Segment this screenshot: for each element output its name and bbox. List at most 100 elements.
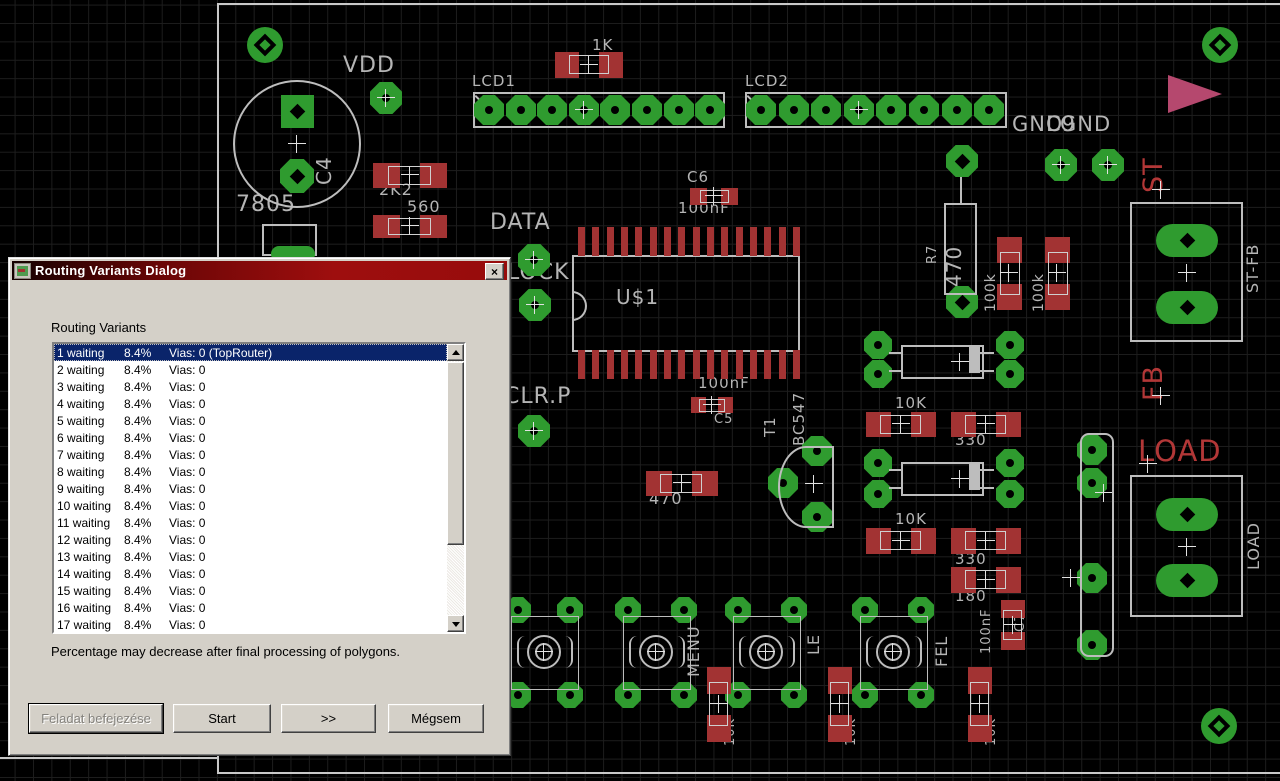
mounting-hole (247, 27, 283, 63)
through-hole-pad (811, 95, 841, 125)
list-item[interactable]: 3 waiting 8.4% Vias: 0 (54, 378, 447, 395)
list-item-c2: 8.4% (124, 566, 152, 581)
through-hole-pad (844, 95, 874, 125)
through-hole-pad (909, 95, 939, 125)
pad-hole (790, 606, 798, 614)
ic-pin (621, 227, 628, 256)
ic-pin (764, 227, 771, 256)
diode-lead (889, 370, 901, 372)
pcb-label: C5 (714, 412, 734, 427)
start-button[interactable]: Start (173, 704, 271, 733)
ic-pin (607, 227, 614, 256)
list-item[interactable]: 14 waiting 8.4% Vias: 0 (54, 565, 447, 582)
list-item-c2: 8.4% (124, 413, 152, 428)
cross-marker (1152, 181, 1170, 199)
list-item-c2: 8.4% (124, 583, 152, 598)
smd-component (707, 666, 731, 742)
list-item[interactable]: 7 waiting 8.4% Vias: 0 (54, 446, 447, 463)
list-item[interactable]: 9 waiting 8.4% Vias: 0 (54, 480, 447, 497)
ic-pin (678, 350, 685, 379)
cancel-button[interactable]: Mégsem (388, 704, 484, 733)
cross-marker (525, 422, 543, 440)
list-rows: 1 waiting 8.4% Vias: 0 (TopRouter) 2 waitin… (54, 344, 447, 632)
scroll-thumb[interactable] (447, 362, 464, 545)
list-item-c3: Vias: 0 (TopRouter) (169, 345, 273, 360)
list-item[interactable]: 5 waiting 8.4% Vias: 0 (54, 412, 447, 429)
list-item-c1: 2 waiting (57, 362, 105, 377)
cross-marker (831, 695, 849, 713)
diode-lead (980, 370, 994, 372)
pcb-label: LOAD (1244, 522, 1263, 570)
routing-variants-dialog: Routing Variants Dialog × Routing Varian… (8, 257, 511, 756)
smd-component (828, 666, 852, 742)
routing-variants-label: Routing Variants (51, 320, 147, 335)
list-item-c1: 12 waiting (57, 532, 112, 547)
cross-marker (575, 101, 593, 119)
pad-hole (917, 691, 925, 699)
ic-pin (664, 350, 671, 379)
list-item[interactable]: 1 waiting 8.4% Vias: 0 (TopRouter) (54, 344, 447, 361)
pad-hole (548, 106, 556, 114)
pad-hole (1006, 490, 1014, 498)
list-item[interactable]: 17 waiting 8.4% Vias: 0 (54, 616, 447, 632)
list-item[interactable]: 6 waiting 8.4% Vias: 0 (54, 429, 447, 446)
list-scrollbar[interactable] (447, 344, 464, 632)
list-item-c3: Vias: 0 (169, 396, 206, 411)
ic-pin (678, 227, 685, 256)
ic-pin (736, 350, 743, 379)
pushbutton-bracket (561, 636, 573, 668)
dialog-titlebar[interactable]: Routing Variants Dialog × (12, 261, 507, 280)
through-hole-pad (746, 95, 776, 125)
pcb-label: ST-FB (1243, 243, 1262, 293)
pad-hole (514, 606, 522, 614)
list-item[interactable]: 16 waiting 8.4% Vias: 0 (54, 599, 447, 616)
list-item-c3: Vias: 0 (169, 532, 206, 547)
cross-marker (377, 89, 395, 107)
oval-pad (1156, 290, 1218, 324)
mounting-hole (1202, 27, 1238, 63)
smd-component (373, 162, 447, 188)
pad-hole (874, 370, 882, 378)
pad-hole (822, 106, 830, 114)
scroll-down-button[interactable] (447, 615, 464, 632)
through-hole-pad (864, 331, 892, 359)
list-item-c2: 8.4% (124, 549, 152, 564)
list-item[interactable]: 11 waiting 8.4% Vias: 0 (54, 514, 447, 531)
smd-component (951, 411, 1021, 437)
pcb-label: VDD (343, 53, 395, 78)
pcb-label: T1 (761, 416, 779, 437)
list-item-c2: 8.4% (124, 532, 152, 547)
list-item[interactable]: 12 waiting 8.4% Vias: 0 (54, 531, 447, 548)
scroll-up-button[interactable] (447, 344, 464, 361)
list-item[interactable]: 8 waiting 8.4% Vias: 0 (54, 463, 447, 480)
pad-hole (643, 106, 651, 114)
pad-hole (790, 691, 798, 699)
list-item-c1: 1 waiting (57, 345, 105, 360)
pad-hole (517, 106, 525, 114)
step-button[interactable]: >> (281, 704, 376, 733)
pad-hole (861, 606, 869, 614)
ic-pin (750, 350, 757, 379)
list-item[interactable]: 13 waiting 8.4% Vias: 0 (54, 548, 447, 565)
ic-pin (650, 350, 657, 379)
dialog-title: Routing Variants Dialog (35, 263, 187, 278)
pad-hole (675, 106, 683, 114)
list-item[interactable]: 2 waiting 8.4% Vias: 0 (54, 361, 447, 378)
list-item-c1: 8 waiting (57, 464, 105, 479)
list-item-c1: 11 waiting (57, 515, 111, 530)
list-item[interactable]: 15 waiting 8.4% Vias: 0 (54, 582, 447, 599)
pcb-label: 330 (955, 550, 987, 568)
pcb-label: GND (1060, 112, 1112, 136)
pad-hole (954, 153, 970, 169)
list-item[interactable]: 4 waiting 8.4% Vias: 0 (54, 395, 447, 412)
through-hole-pad (518, 415, 550, 447)
finish-task-button[interactable]: Feladat befejezése (28, 703, 164, 734)
pad-hole (757, 106, 765, 114)
pad-hole (680, 606, 688, 614)
list-item[interactable]: 10 waiting 8.4% Vias: 0 (54, 497, 447, 514)
list-item-c3: Vias: 0 (169, 566, 206, 581)
cross-marker (647, 643, 665, 661)
cross-marker (710, 695, 728, 713)
close-button[interactable]: × (485, 263, 504, 280)
list-item-c1: 13 waiting (57, 549, 112, 564)
